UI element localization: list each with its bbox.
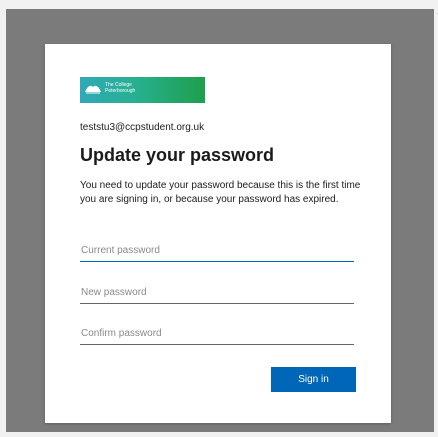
logo-text: The College Peterborough (105, 82, 165, 94)
college-logo: The College Peterborough (80, 77, 205, 103)
new-password-input[interactable] (80, 282, 354, 304)
current-password-input[interactable] (80, 240, 354, 262)
sign-in-button[interactable]: Sign in (271, 367, 356, 392)
password-update-dialog: The College Peterborough teststu3@ccpstu… (45, 44, 391, 423)
screenshot-frame: The College Peterborough teststu3@ccpstu… (6, 9, 434, 432)
account-email: teststu3@ccpstudent.org.uk (80, 122, 205, 133)
page-title: Update your password (80, 145, 275, 165)
confirm-password-input[interactable] (80, 323, 354, 345)
logo-line-2: Peterborough (105, 88, 136, 94)
book-icon (85, 85, 101, 94)
update-password-message: You need to update your password because… (80, 180, 361, 205)
